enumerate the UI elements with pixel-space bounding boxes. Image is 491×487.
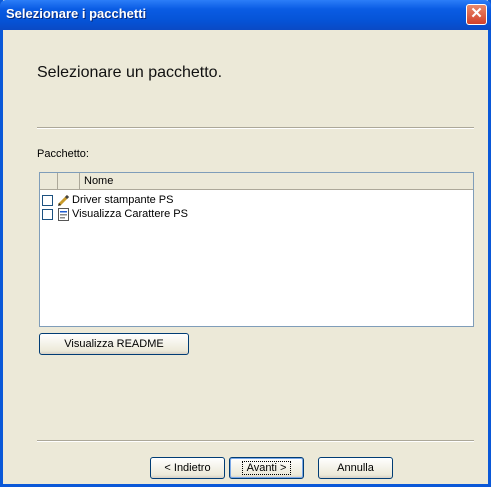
item-name: Driver stampante PS — [72, 194, 174, 206]
close-button[interactable]: ✕ — [466, 4, 487, 25]
checkbox[interactable] — [42, 194, 53, 206]
next-button[interactable]: Avanti > — [229, 457, 304, 479]
package-label: Pacchetto: — [37, 148, 89, 160]
dialog-window: Selezionare i pacchetti ✕ Selezionare un… — [0, 0, 491, 487]
page-title: Selezionare un pacchetto. — [37, 64, 223, 81]
back-button[interactable]: < Indietro — [150, 457, 225, 479]
footer-divider — [37, 440, 474, 442]
checkbox[interactable] — [42, 208, 53, 220]
next-button-label: Avanti > — [241, 461, 292, 475]
view-readme-button[interactable]: Visualizza README — [39, 333, 189, 355]
column-header-icon[interactable] — [58, 173, 80, 189]
list-header: Nome — [40, 173, 473, 190]
column-header-check[interactable] — [40, 173, 58, 189]
cancel-button[interactable]: Annulla — [318, 457, 393, 479]
column-header-name[interactable]: Nome — [80, 173, 473, 189]
title-bar[interactable]: Selezionare i pacchetti ✕ — [0, 0, 491, 30]
window-title: Selezionare i pacchetti — [6, 6, 147, 21]
list-item[interactable]: Driver stampante PS — [42, 193, 173, 207]
list-item[interactable]: Visualizza Carattere PS — [42, 207, 188, 221]
header-divider — [37, 127, 474, 129]
package-list[interactable]: Nome Driver stampante PS Visualizza Cara… — [39, 172, 474, 327]
document-icon — [58, 207, 69, 221]
item-name: Visualizza Carattere PS — [72, 208, 188, 220]
pencil-icon — [57, 194, 70, 206]
close-icon: ✕ — [470, 5, 483, 22]
